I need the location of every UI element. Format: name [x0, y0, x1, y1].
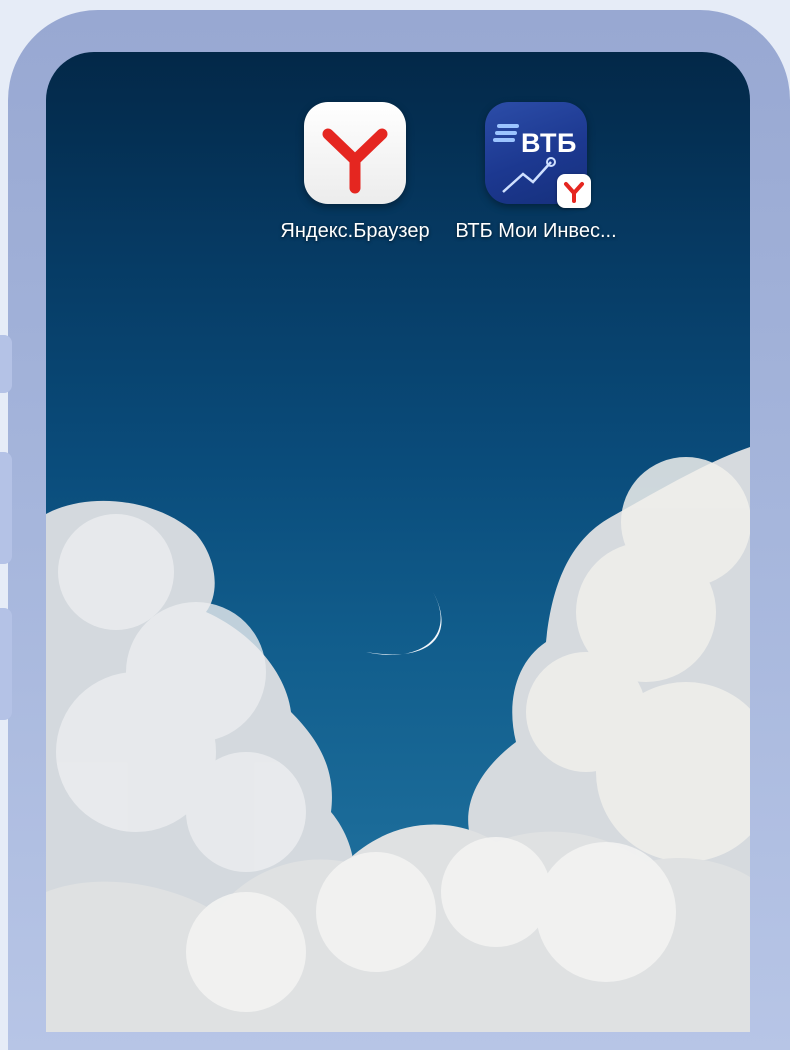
- app-label: Яндекс.Браузер: [280, 220, 430, 242]
- yandex-badge-icon: [557, 174, 591, 208]
- app-label: ВТБ Мои Инвес...: [455, 220, 617, 242]
- app-vtb-investments[interactable]: ВТБ ВТБ Мои Инвес...: [446, 102, 626, 243]
- home-screen: Яндекс.Браузер ВТБ ВТБ Мои Инвес...: [46, 52, 750, 1032]
- vtb-logo-text: ВТБ: [521, 128, 577, 158]
- side-button: [0, 335, 12, 393]
- volume-up-button: [0, 452, 12, 564]
- vtb-investments-icon[interactable]: ВТБ: [485, 102, 591, 208]
- app-yandex-browser[interactable]: Яндекс.Браузер: [265, 102, 445, 243]
- volume-down-button: [0, 608, 12, 720]
- yandex-browser-icon[interactable]: [304, 102, 406, 204]
- moon-crescent: [366, 592, 442, 655]
- yandex-y-logo: [322, 128, 388, 194]
